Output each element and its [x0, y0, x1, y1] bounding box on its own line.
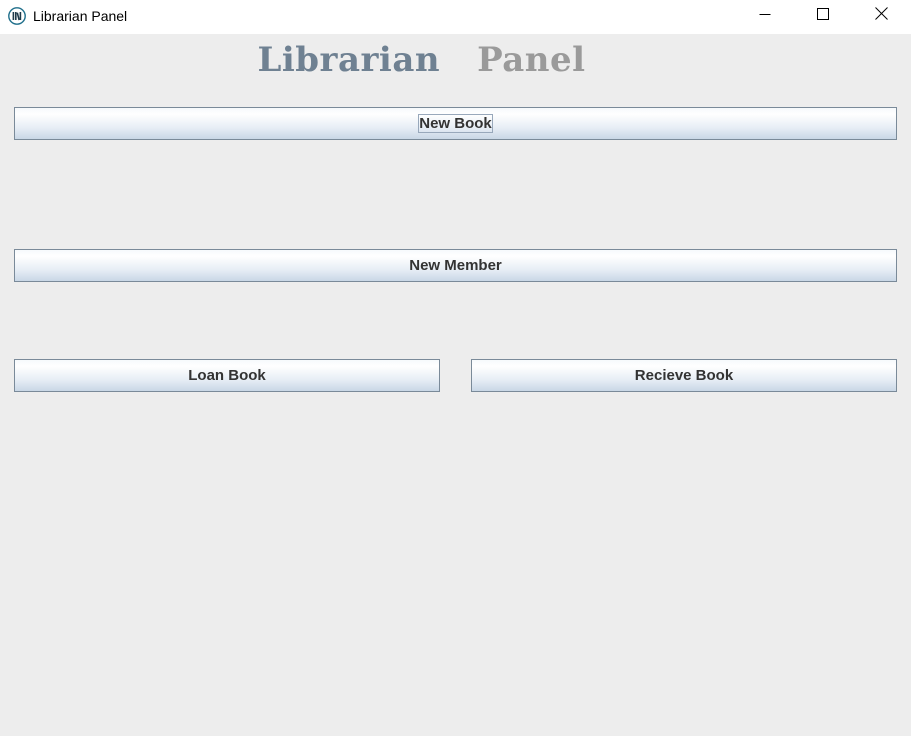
heading-word-librarian: Librarian: [257, 40, 441, 80]
receive-book-button[interactable]: Recieve Book: [471, 359, 897, 392]
panel-heading: Librarian Panel: [0, 40, 843, 80]
receive-book-label: Recieve Book: [634, 367, 734, 384]
loan-book-label: Loan Book: [188, 367, 266, 384]
minimize-icon: [759, 7, 771, 25]
library-books-icon: [8, 7, 26, 25]
close-button[interactable]: [858, 0, 904, 32]
new-book-label: New Book: [418, 114, 493, 133]
librarian-panel-window: Librarian Panel Librarian Panel New Book…: [0, 0, 911, 736]
window-title: Librarian Panel: [33, 8, 128, 24]
minimize-button[interactable]: [742, 0, 788, 32]
new-member-label: New Member: [409, 257, 502, 274]
new-book-button[interactable]: New Book: [14, 107, 897, 140]
close-icon: [874, 7, 888, 25]
maximize-icon: [817, 7, 829, 25]
heading-word-panel: Panel: [477, 40, 586, 80]
title-bar[interactable]: Librarian Panel: [0, 0, 911, 34]
loan-book-button[interactable]: Loan Book: [14, 359, 440, 392]
new-member-button[interactable]: New Member: [14, 249, 897, 282]
maximize-button[interactable]: [800, 0, 846, 32]
